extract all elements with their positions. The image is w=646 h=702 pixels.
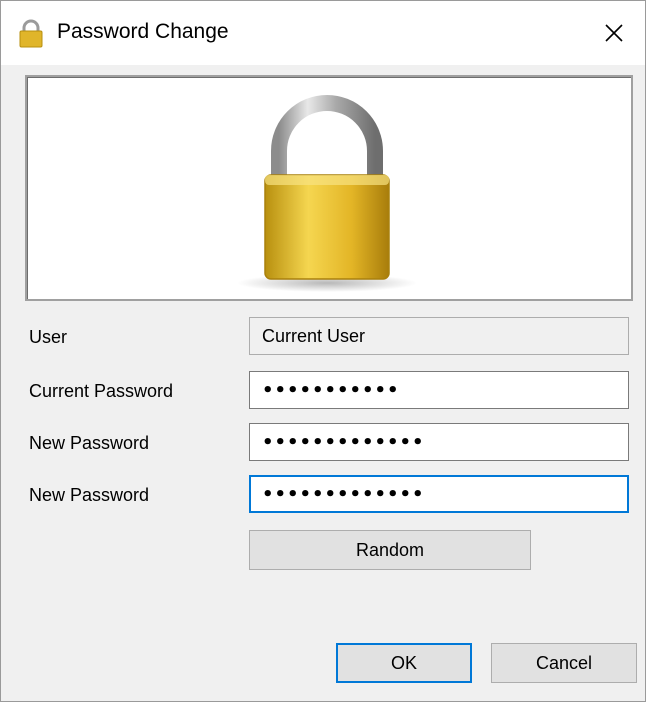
current-password-input[interactable]: [262, 379, 628, 401]
ok-button[interactable]: OK: [336, 643, 472, 683]
new-password-label: New Password: [29, 433, 150, 453]
padlock-banner: [25, 75, 633, 301]
cancel-button[interactable]: Cancel: [491, 643, 637, 683]
window-title: Password Change: [57, 20, 229, 43]
password-change-dialog: Password Change User Current User Curren…: [0, 0, 646, 702]
new-password-field[interactable]: [249, 423, 629, 461]
confirm-password-label: New Password: [29, 485, 150, 505]
confirm-password-field[interactable]: [249, 475, 629, 513]
close-icon: [605, 24, 623, 42]
padlock-icon: [237, 95, 417, 292]
current-password-field[interactable]: [249, 371, 629, 409]
user-value: Current User: [262, 325, 366, 346]
user-label: User: [29, 327, 68, 347]
padlock-icon: [19, 19, 43, 48]
random-button[interactable]: Random: [249, 530, 531, 570]
new-password-input[interactable]: [262, 431, 628, 453]
confirm-password-input[interactable]: [262, 483, 627, 505]
user-field: Current User: [249, 317, 629, 355]
close-button[interactable]: [583, 1, 645, 65]
title-bar[interactable]: Password Change: [1, 1, 645, 65]
current-password-label: Current Password: [29, 381, 174, 401]
